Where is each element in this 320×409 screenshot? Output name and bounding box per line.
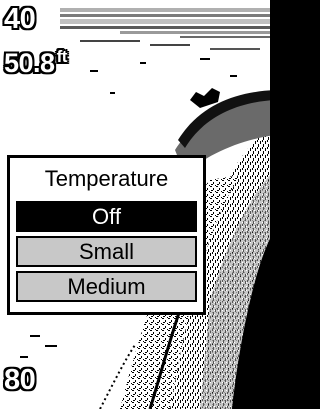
top-depth-scale: 40 <box>4 3 36 35</box>
current-depth-unit: ft <box>56 47 68 66</box>
menu-item-small[interactable]: Small <box>16 236 197 267</box>
edge-bar <box>270 0 275 409</box>
bottom-depth-scale: 80 <box>4 364 36 396</box>
surface-clutter <box>60 8 275 50</box>
temperature-menu: Temperature Off Small Medium <box>7 155 206 315</box>
menu-item-off[interactable]: Off <box>16 201 197 232</box>
sonar-screen: 40 50.8 ft 80 Temperature Off Small Mediu… <box>0 0 275 409</box>
current-depth-readout: 50.8 ft <box>4 48 67 77</box>
menu-title: Temperature <box>44 166 169 191</box>
current-depth-value: 50.8 <box>4 48 55 78</box>
menu-item-medium[interactable]: Medium <box>16 271 197 302</box>
